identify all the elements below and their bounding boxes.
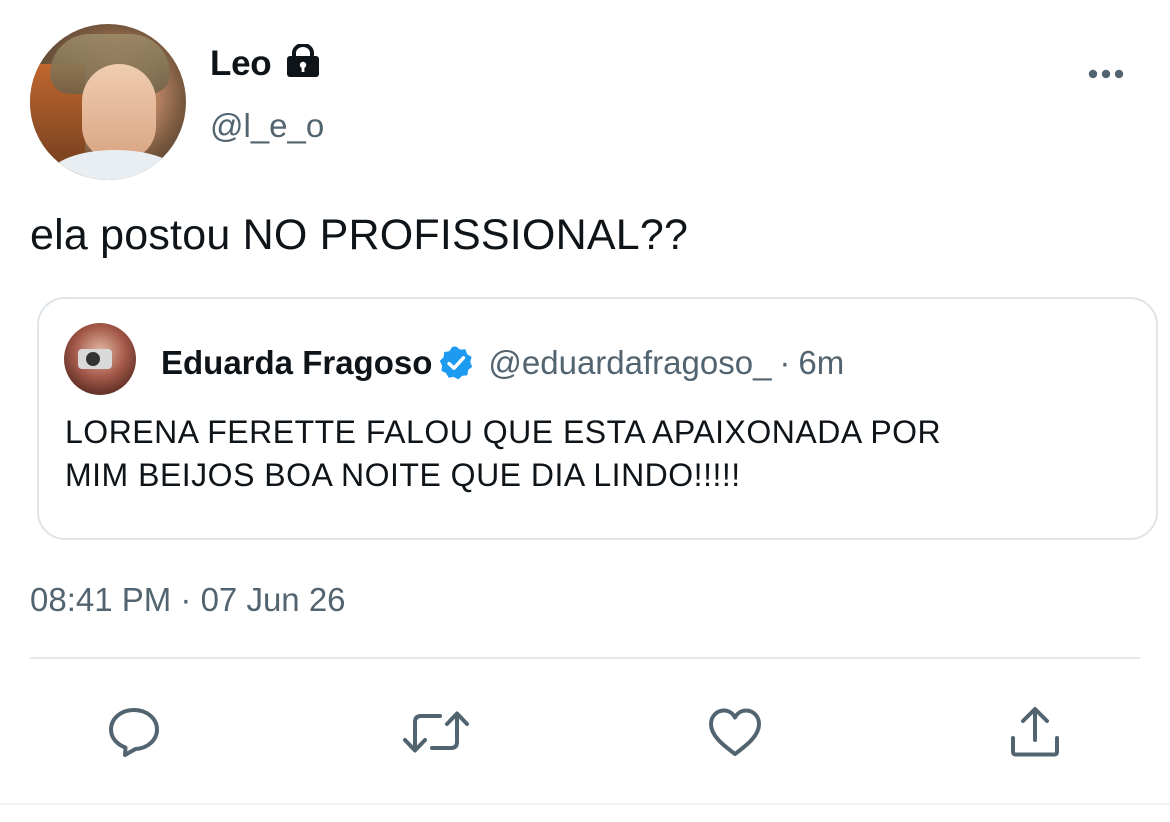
quoted-tweet[interactable]: Eduarda Fragoso @eduardafragoso_ · 6m LORE… <box>37 297 1158 540</box>
reply-button[interactable] <box>105 704 163 760</box>
share-button[interactable] <box>1006 704 1064 760</box>
retweet-icon <box>403 711 469 753</box>
author-handle[interactable]: @l_e_o <box>210 106 324 146</box>
tweet-text: ela postou NO PROFISSIONAL?? <box>30 211 689 259</box>
quoted-tweet-text-line: LORENA FERETTE FALOU QUE ESTA APAIXONADA… <box>65 414 942 450</box>
tweet-timestamp[interactable]: 08:41 PM · 07 Jun 26 <box>30 580 346 620</box>
bottom-divider <box>0 803 1170 805</box>
quoted-tweet-text: LORENA FERETTE FALOU QUE ESTA APAIXONADA… <box>65 411 1125 497</box>
retweet-button[interactable] <box>402 704 470 760</box>
like-button[interactable] <box>706 704 764 760</box>
quoted-author-avatar[interactable] <box>64 323 136 395</box>
quoted-author-name: Eduarda Fragoso <box>161 344 433 381</box>
reply-icon <box>109 708 159 757</box>
quoted-tweet-text-line: MIM BEIJOS BOA NOITE QUE DIA LINDO!!!!! <box>65 457 741 493</box>
quoted-separator: · <box>779 344 791 381</box>
share-icon <box>1011 707 1059 757</box>
like-icon <box>709 708 761 756</box>
divider <box>30 657 1140 659</box>
author-display-name[interactable]: Leo <box>210 44 272 84</box>
verified-badge-icon <box>440 346 473 380</box>
more-options-icon[interactable] <box>1084 62 1128 86</box>
lock-icon <box>287 44 319 77</box>
quoted-author-handle: @eduardafragoso_ <box>488 344 772 381</box>
quoted-tweet-header: Eduarda Fragoso @eduardafragoso_ · 6m <box>161 343 844 383</box>
quoted-tweet-time: 6m <box>798 344 845 381</box>
tweet-detail: Leo @l_e_o ela postou NO PROFISSIONAL?? … <box>0 0 1170 822</box>
author-avatar[interactable] <box>30 24 186 180</box>
